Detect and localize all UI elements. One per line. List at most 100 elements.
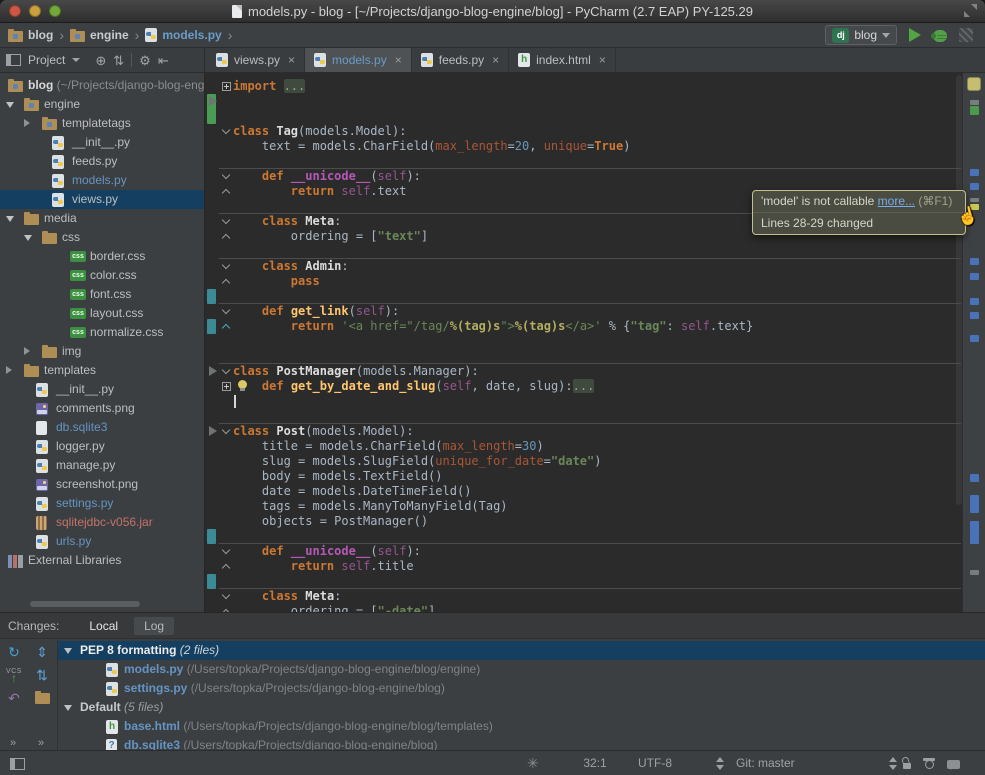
fold-marker-icon[interactable] bbox=[222, 187, 231, 196]
project-tree-item-font.css[interactable]: font.css bbox=[0, 285, 204, 304]
project-tree-item-css[interactable]: css bbox=[0, 228, 204, 247]
stripe-mark-blue[interactable] bbox=[970, 312, 979, 319]
project-tree-item-blog[interactable]: blog (~/Projects/django-blog-engine/blog… bbox=[0, 76, 204, 95]
lock-icon[interactable] bbox=[902, 757, 913, 770]
tab-log[interactable]: Log bbox=[134, 617, 174, 635]
horizontal-scrollbar[interactable] bbox=[30, 601, 140, 607]
tab-feeds.py[interactable]: feeds.py× bbox=[412, 48, 509, 72]
chevron-expanded-icon[interactable] bbox=[6, 216, 14, 222]
tab-local[interactable]: Local bbox=[79, 617, 128, 635]
chevron-expanded-icon[interactable] bbox=[24, 235, 32, 241]
changes-item-models.py[interactable]: models.py (/Users/topka/Projects/django-… bbox=[58, 660, 985, 679]
chevron-collapsed-icon[interactable] bbox=[24, 119, 30, 127]
vcs-change-bar[interactable] bbox=[207, 289, 216, 304]
changes-item-base.html[interactable]: base.html (/Users/topka/Projects/django-… bbox=[58, 717, 985, 736]
stripe-mark-gray[interactable] bbox=[970, 570, 979, 575]
project-tree-item-layout.css[interactable]: layout.css bbox=[0, 304, 204, 323]
project-tree-item-templates[interactable]: templates bbox=[0, 361, 204, 380]
project-tree-item-feeds.py[interactable]: feeds.py bbox=[0, 152, 204, 171]
revert-icon[interactable]: ↶ bbox=[8, 691, 20, 705]
fold-marker-icon[interactable] bbox=[222, 367, 231, 376]
project-tree-item-urls.py[interactable]: urls.py bbox=[0, 532, 204, 551]
project-tree-item-__init__.py[interactable]: __init__.py bbox=[0, 133, 204, 152]
fold-marker-icon[interactable] bbox=[222, 232, 231, 241]
stripe-mark-gray[interactable] bbox=[970, 100, 979, 105]
project-tree-item-templatetags[interactable]: templatetags bbox=[0, 114, 204, 133]
chevron-collapsed-icon[interactable] bbox=[6, 366, 12, 374]
close-icon[interactable]: × bbox=[395, 53, 402, 67]
tab-models.py[interactable]: models.py× bbox=[305, 48, 412, 72]
coverage-button[interactable] bbox=[959, 28, 973, 42]
hide-panel-icon[interactable]: ⇤ bbox=[158, 54, 169, 67]
event-log-icon[interactable] bbox=[947, 760, 960, 769]
fold-marker-icon[interactable] bbox=[222, 592, 231, 601]
project-tree-item-manage.py[interactable]: manage.py bbox=[0, 456, 204, 475]
changes-item-settings.py[interactable]: settings.py (/Users/topka/Projects/djang… bbox=[58, 679, 985, 698]
project-tree-item-models.py[interactable]: models.py bbox=[0, 171, 204, 190]
stripe-mark-blue[interactable] bbox=[970, 521, 979, 544]
project-tree-item-color.css[interactable]: color.css bbox=[0, 266, 204, 285]
fold-marker-icon[interactable] bbox=[222, 277, 231, 286]
inspection-status-indicator[interactable] bbox=[967, 77, 981, 91]
project-tree-item-border.css[interactable]: border.css bbox=[0, 247, 204, 266]
stripe-mark-blue[interactable] bbox=[970, 183, 979, 190]
project-tree-item-normalize.css[interactable]: normalize.css bbox=[0, 323, 204, 342]
chevron-expanded-icon[interactable] bbox=[64, 648, 72, 654]
spinner-arrows-icon[interactable] bbox=[889, 757, 897, 770]
editor[interactable]: import ... class Tag(models.Model): text… bbox=[205, 73, 962, 612]
project-tree-item-settings.py[interactable]: settings.py bbox=[0, 494, 204, 513]
project-tree-item-screenshot.png[interactable]: screenshot.png bbox=[0, 475, 204, 494]
tab-index.html[interactable]: index.html× bbox=[509, 48, 616, 72]
line-separator-icon[interactable] bbox=[716, 757, 724, 770]
commit-icon[interactable]: VCS↑ bbox=[6, 668, 22, 682]
chevron-collapsed-icon[interactable] bbox=[24, 347, 30, 355]
fold-marker-icon[interactable] bbox=[222, 217, 231, 226]
project-tree-item-sqlitejdbc-v056.jar[interactable]: sqlitejdbc-v056.jar bbox=[0, 513, 204, 532]
vcs-change-bar[interactable] bbox=[207, 319, 216, 334]
chevron-down-icon[interactable] bbox=[72, 58, 80, 62]
project-tree-item-__init__.py[interactable]: __init__.py bbox=[0, 380, 204, 399]
fold-marker-icon[interactable] bbox=[222, 172, 231, 181]
tooltip-more-link[interactable]: more... bbox=[878, 194, 915, 208]
tab-views.py[interactable]: views.py× bbox=[207, 48, 305, 72]
vcs-change-bar[interactable] bbox=[207, 529, 216, 544]
fold-marker-icon[interactable] bbox=[222, 262, 231, 271]
expand-all-icon[interactable]: ⇕ bbox=[36, 645, 48, 659]
caret-position[interactable]: 32:1 bbox=[568, 756, 622, 770]
more-icon[interactable]: » bbox=[10, 737, 16, 749]
more-icon[interactable]: » bbox=[38, 737, 44, 749]
stripe-mark-green[interactable] bbox=[970, 106, 979, 115]
editor-code[interactable]: import ... class Tag(models.Model): text… bbox=[233, 79, 962, 612]
breadcrumb-item-engine[interactable]: engine bbox=[70, 28, 129, 42]
close-icon[interactable]: × bbox=[288, 53, 295, 67]
fold-marker-icon[interactable] bbox=[222, 127, 231, 136]
breadcrumb-item-models.py[interactable]: models.py bbox=[145, 28, 221, 42]
locate-icon[interactable]: ⊕ bbox=[95, 54, 106, 67]
project-tree-item-engine[interactable]: engine bbox=[0, 95, 204, 114]
inspection-profile-icon[interactable] bbox=[923, 756, 936, 769]
stripe-mark-blue[interactable] bbox=[970, 169, 979, 176]
stripe-mark-blue[interactable] bbox=[970, 474, 979, 482]
project-tree-item-media[interactable]: media bbox=[0, 209, 204, 228]
vcs-branch[interactable]: Git: master bbox=[736, 756, 795, 770]
stripe-mark-blue[interactable] bbox=[970, 335, 979, 342]
fold-marker-icon[interactable] bbox=[222, 382, 231, 391]
refresh-icon[interactable]: ↻ bbox=[8, 645, 20, 659]
stripe-mark-gray[interactable] bbox=[970, 198, 979, 202]
fold-marker-icon[interactable] bbox=[222, 547, 231, 556]
close-icon[interactable]: × bbox=[492, 53, 499, 67]
changes-item-Default[interactable]: Default (5 files) bbox=[58, 698, 985, 717]
project-tree-item-logger.py[interactable]: logger.py bbox=[0, 437, 204, 456]
toolwindow-toggle-icon[interactable] bbox=[10, 758, 25, 770]
file-encoding[interactable]: UTF-8 bbox=[638, 756, 672, 770]
fold-marker-icon[interactable] bbox=[222, 322, 231, 331]
chevron-expanded-icon[interactable] bbox=[64, 705, 72, 711]
changes-item-PEP 8 formatting[interactable]: PEP 8 formatting (2 files) bbox=[58, 641, 985, 660]
group-by-folder-icon[interactable] bbox=[35, 693, 50, 704]
collapse-all-icon[interactable]: ⇅ bbox=[113, 54, 124, 67]
fold-marker-icon[interactable] bbox=[222, 307, 231, 316]
vcs-change-bar[interactable] bbox=[207, 574, 216, 589]
intention-bulb-icon[interactable] bbox=[238, 380, 247, 389]
collapse-all-icon[interactable]: ⇅ bbox=[36, 668, 48, 682]
run-button[interactable] bbox=[909, 28, 921, 42]
